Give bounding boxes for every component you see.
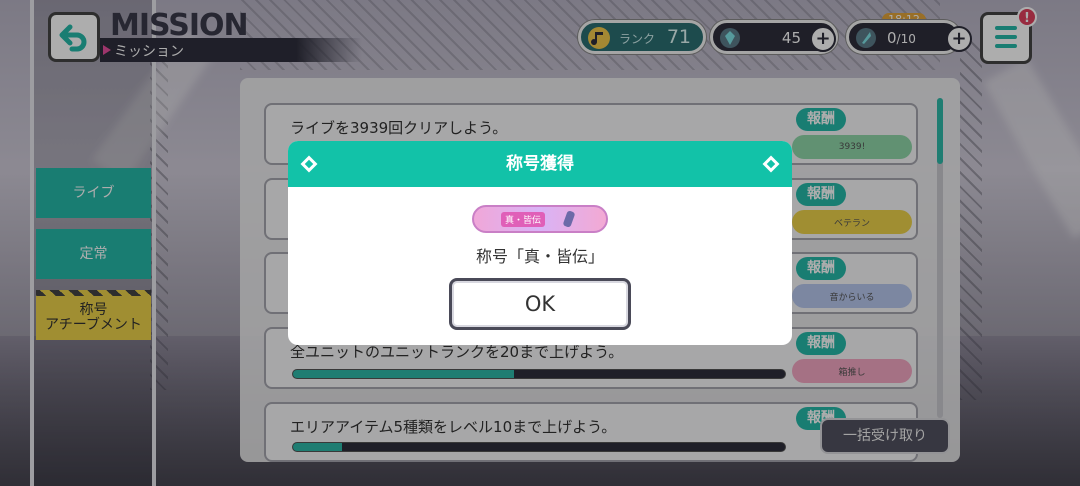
dialog-header: 称号獲得 — [288, 141, 792, 187]
badge-emblem-icon — [563, 210, 575, 228]
title-badge-image: 真・皆伝 — [472, 205, 608, 233]
title-acquired-dialog: 称号獲得 真・皆伝 称号「真・皆伝」 OK — [288, 141, 792, 345]
diamond-left-icon — [300, 155, 318, 173]
dialog-title: 称号獲得 — [506, 154, 574, 174]
ok-button[interactable]: OK — [449, 278, 631, 330]
diamond-right-icon — [762, 155, 780, 173]
title-badge-text: 真・皆伝 — [500, 211, 545, 227]
dialog-message: 称号「真・皆伝」 — [475, 247, 604, 266]
